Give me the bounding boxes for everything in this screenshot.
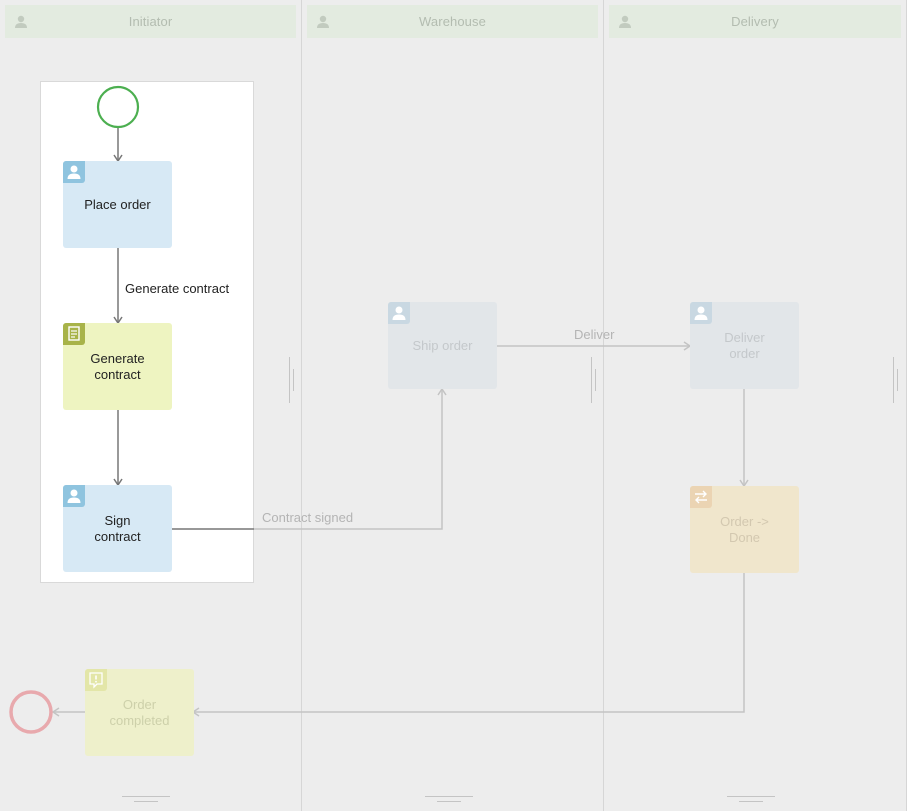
task-label: Deliver order <box>724 329 765 361</box>
task-deliver-order[interactable]: Deliver order <box>690 302 799 389</box>
task-ship-order[interactable]: Ship order <box>388 302 497 389</box>
person-icon <box>63 161 85 183</box>
task-place-order[interactable]: Place order <box>63 161 172 248</box>
edge-label-deliver: Deliver <box>574 327 615 342</box>
end-event[interactable] <box>9 690 53 734</box>
task-label: Ship order <box>412 337 473 353</box>
task-label: Order completed <box>109 696 170 728</box>
task-label: Order -> Done <box>720 513 769 545</box>
exclamation-icon <box>85 669 107 691</box>
swap-arrows-icon <box>690 486 712 508</box>
task-order-completed[interactable]: Order completed <box>85 669 194 756</box>
task-label: Generate contract <box>90 350 145 382</box>
person-icon <box>388 302 410 324</box>
task-label: Place order <box>84 196 151 212</box>
start-event[interactable] <box>96 85 140 129</box>
edge-label-generate-contract: Generate contract <box>125 281 230 296</box>
person-icon <box>690 302 712 324</box>
edge-done-to-completed[interactable] <box>191 573 745 717</box>
document-icon <box>63 323 85 345</box>
task-generate-contract[interactable]: Generate contract <box>63 323 172 410</box>
person-icon <box>63 485 85 507</box>
edge-contract-signed[interactable] <box>254 387 447 530</box>
task-label: Sign contract <box>94 512 141 544</box>
task-sign-contract[interactable]: Sign contract <box>63 485 172 572</box>
edge-label-contract-signed: Contract signed <box>262 510 354 525</box>
task-order-done[interactable]: Order -> Done <box>690 486 799 573</box>
